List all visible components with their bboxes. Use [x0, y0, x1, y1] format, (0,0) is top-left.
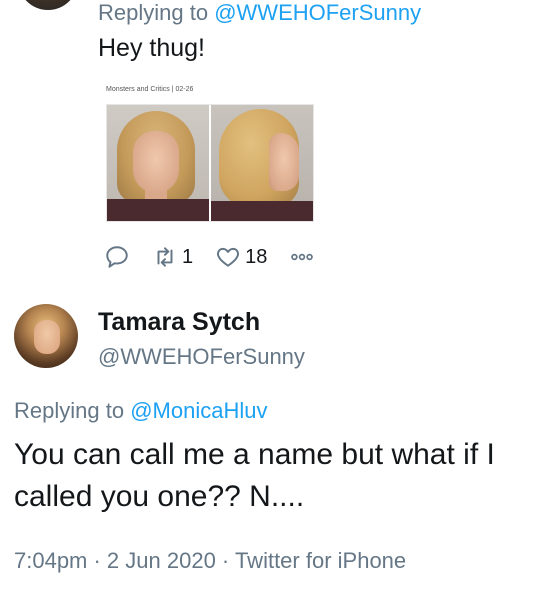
replying-handle-link-main[interactable]: @MonicaHluv	[130, 398, 267, 423]
like-button[interactable]: 18	[215, 244, 267, 270]
replying-prefix-main: Replying to	[14, 398, 125, 423]
like-count: 18	[245, 245, 268, 268]
more-icon	[291, 253, 314, 261]
replying-handle-link[interactable]: @WWEHOFerSunny	[214, 0, 421, 25]
replying-to-line-main: Replying to @MonicaHluv	[14, 398, 267, 424]
tweet-media-image[interactable]	[106, 104, 314, 222]
more-options-button[interactable]	[289, 244, 315, 270]
retweet-count: 1	[182, 245, 194, 268]
comment-icon	[106, 246, 128, 268]
top-tweet-avatar[interactable]	[18, 0, 78, 10]
heart-icon	[217, 247, 240, 267]
profile-avatar[interactable]	[14, 304, 78, 368]
retweet-button[interactable]: 1	[152, 244, 193, 270]
mugshot-front-photo	[107, 105, 209, 221]
tweet-timestamp[interactable]: 7:04pm · 2 Jun 2020 · Twitter for iPhone	[14, 548, 406, 574]
main-tweet-text: You can call me a name but what if I cal…	[14, 438, 495, 513]
user-handle[interactable]: @WWEHOFerSunny	[98, 344, 305, 370]
mugshot-profile-photo	[211, 105, 313, 221]
replying-prefix: Replying to	[98, 0, 209, 25]
media-caption: Monsters and Critics | 02-26	[106, 86, 194, 93]
tweet-text: Hey thug!	[98, 34, 206, 62]
tweet-action-bar: 1 18	[104, 244, 337, 270]
replying-to-line: Replying to @WWEHOFerSunny	[98, 0, 421, 26]
reply-button[interactable]	[104, 244, 130, 270]
display-name[interactable]: Tamara Sytch	[98, 308, 260, 337]
retweet-icon	[157, 247, 173, 267]
